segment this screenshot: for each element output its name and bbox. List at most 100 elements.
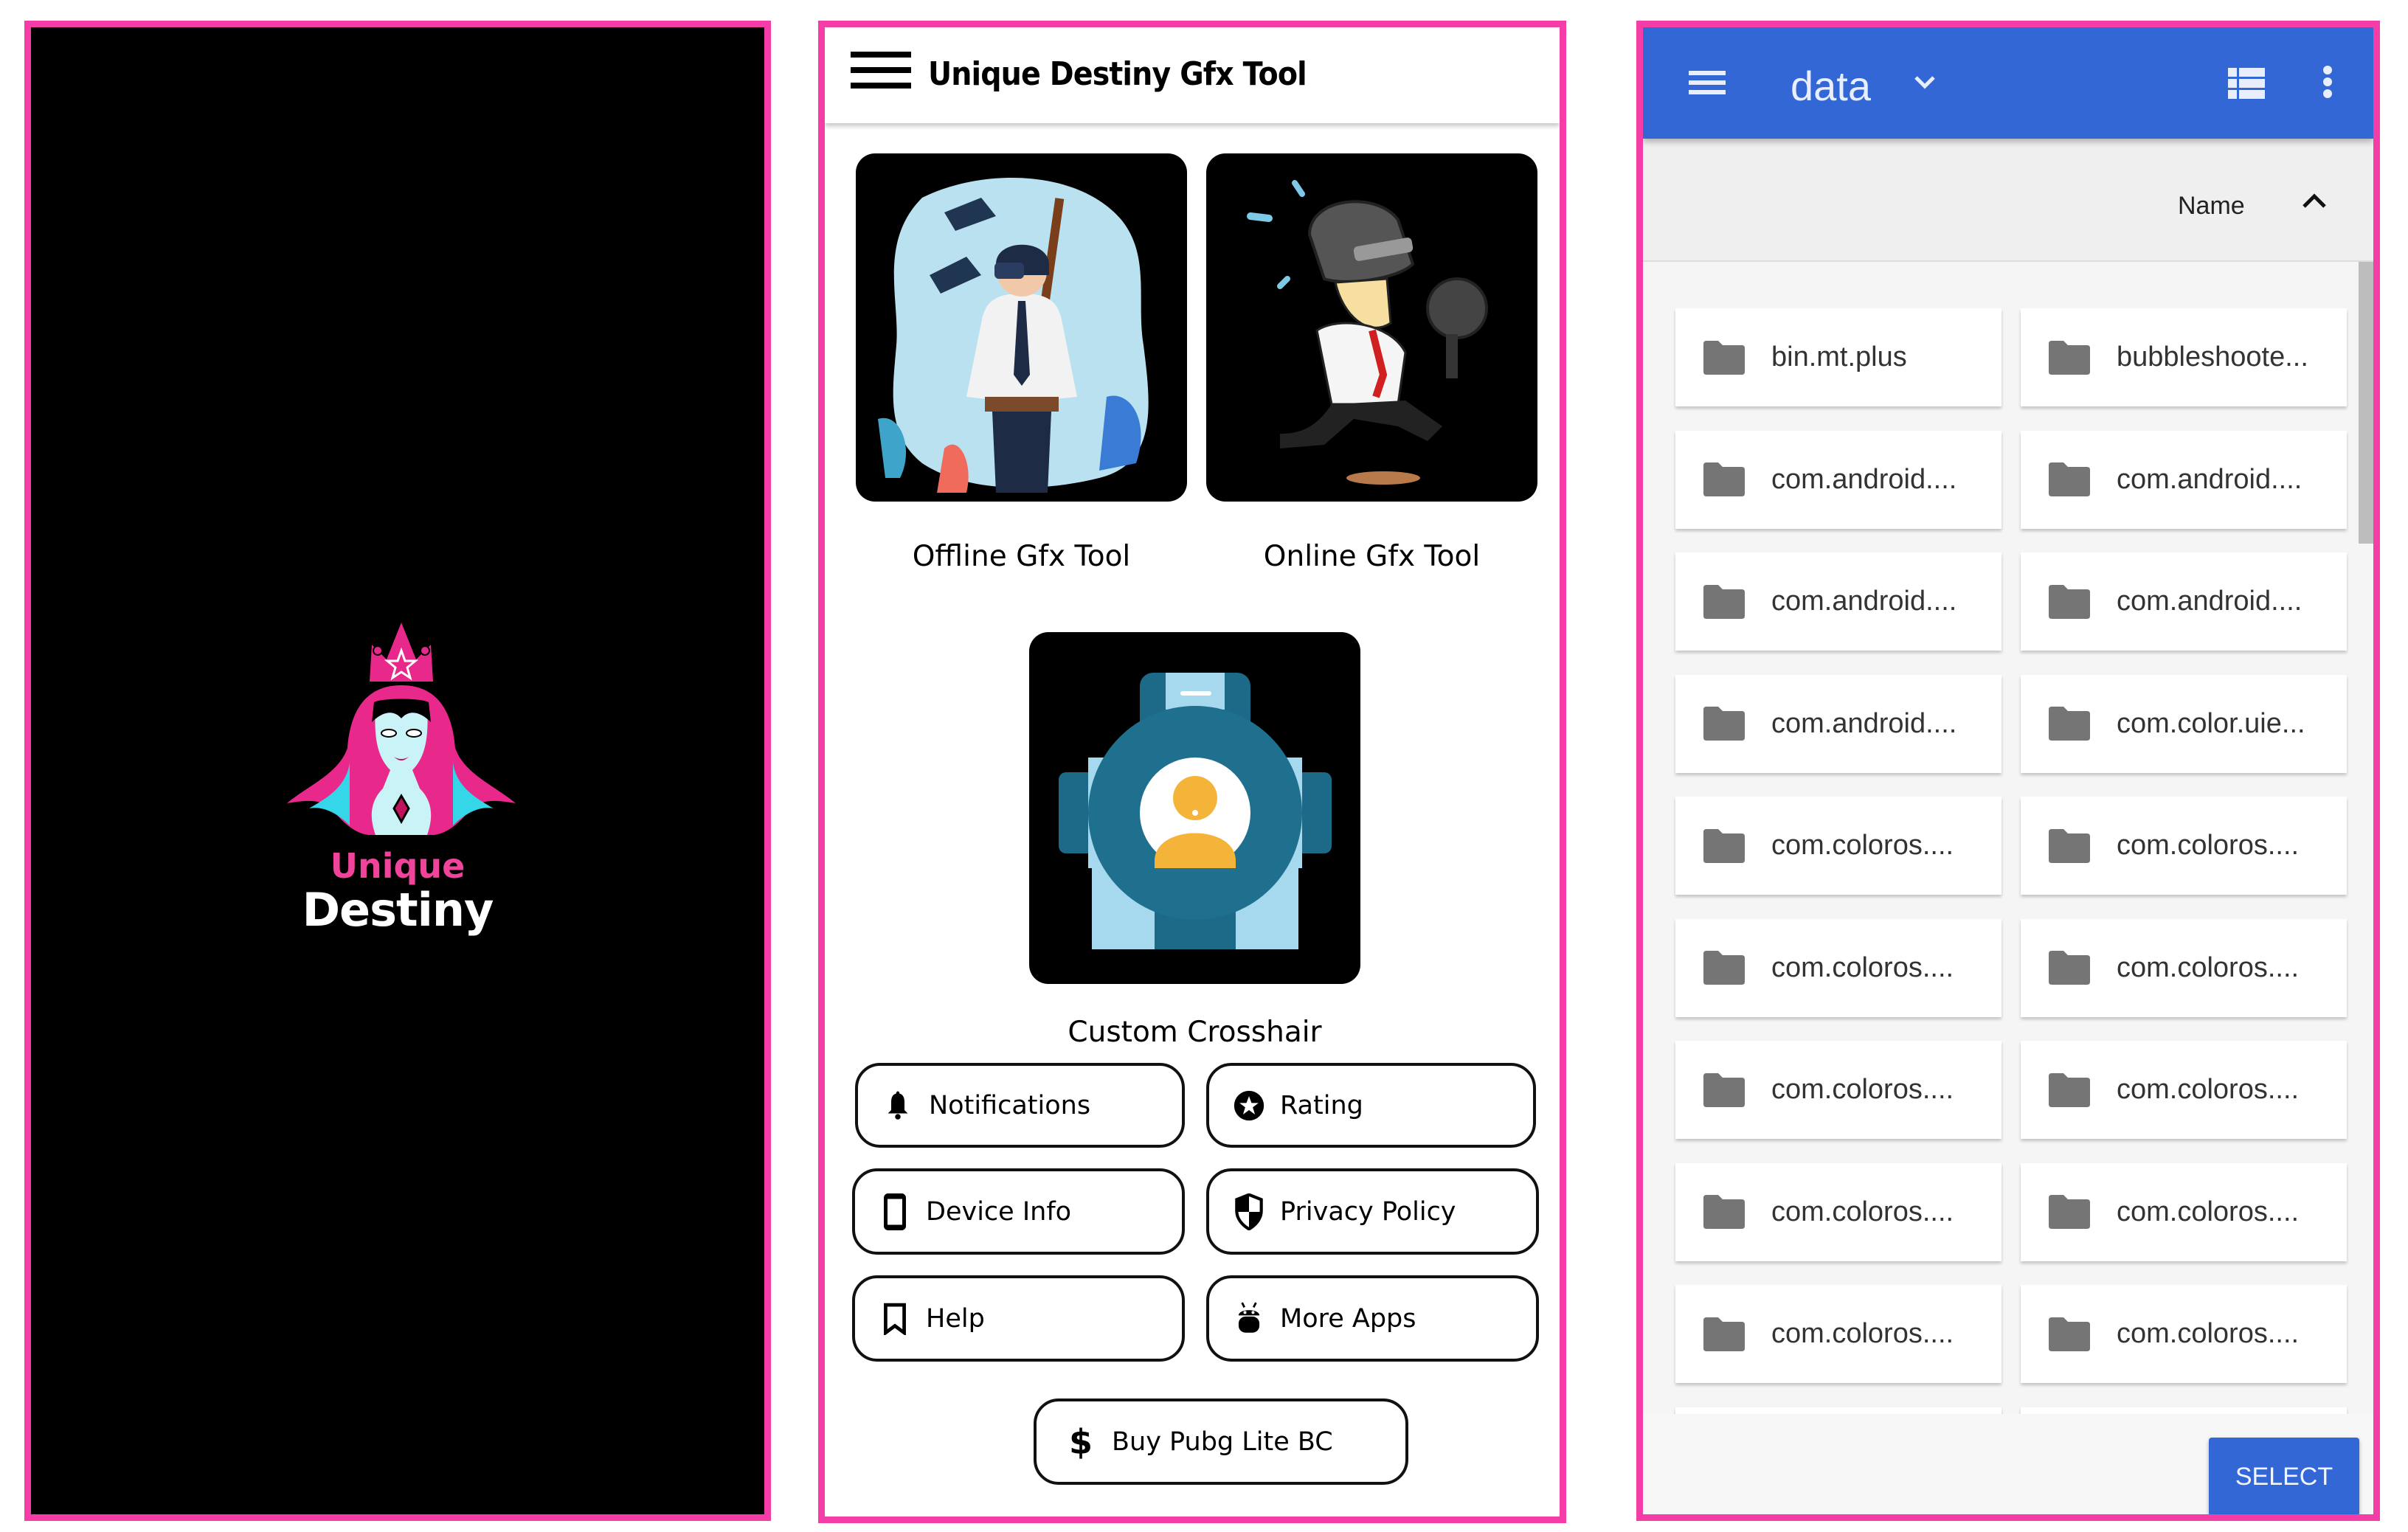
- pubg-player-illustration-icon: [878, 177, 1149, 493]
- folder-name: com.android....: [1771, 586, 1957, 617]
- folder-icon: [1703, 828, 1745, 863]
- folder-name: bin.mt.plus: [1771, 342, 1907, 372]
- folder-icon: [1703, 707, 1745, 741]
- brand-name-line2: Destiny: [302, 883, 494, 937]
- running-helmet-frying-pan-illustration-icon: [1247, 180, 1488, 485]
- notifications-label: Notifications: [929, 1090, 1091, 1120]
- bookmark-icon: [879, 1301, 911, 1337]
- folder-name: com.color.uie...: [2117, 707, 2305, 739]
- folder-name: com.coloros....: [1771, 1318, 1954, 1349]
- folder-tile[interactable]: bin.mt.plus: [1675, 308, 2002, 406]
- folder-tile[interactable]: com.coloros....: [2021, 1041, 2347, 1139]
- folder-name: com.coloros....: [1771, 1074, 1954, 1105]
- folder-tile[interactable]: com.coloros....: [1675, 1162, 2002, 1261]
- folder-tile[interactable]: com.coloros....: [1675, 797, 2002, 895]
- app-bar: Unique Destiny Gfx Tool: [825, 27, 1560, 123]
- folder-icon: [1703, 584, 1745, 619]
- folder-tile[interactable]: com.coloros....: [2021, 918, 2347, 1017]
- folder-tile[interactable]: com.coloros....: [2021, 797, 2347, 895]
- more-apps-button[interactable]: More Apps: [1206, 1275, 1539, 1362]
- dollar-icon: $: [1068, 1421, 1093, 1462]
- folder-name: com.coloros....: [2117, 830, 2300, 861]
- folder-tile[interactable]: [2021, 1407, 2347, 1414]
- sort-by-name-button[interactable]: Name: [2178, 192, 2245, 221]
- online-gfx-tool-card[interactable]: [1206, 153, 1537, 502]
- hamburger-menu-icon[interactable]: [1689, 71, 1726, 94]
- custom-crosshair-label: Custom Crosshair: [1068, 1016, 1322, 1049]
- folder-name: com.coloros....: [1771, 952, 1954, 983]
- buy-pubg-lite-bc-label: Buy Pubg Lite BC: [1112, 1427, 1333, 1457]
- folder-tile[interactable]: com.android....: [1675, 552, 2002, 651]
- folder-name: com.android....: [2117, 463, 2303, 495]
- file-picker-toolbar: data: [1643, 27, 2373, 139]
- app-home-screen: Unique Destiny Gfx Tool Offline Gfx Tool: [818, 21, 1566, 1523]
- help-button[interactable]: Help: [852, 1275, 1185, 1362]
- custom-crosshair-card[interactable]: [1029, 632, 1360, 984]
- device-info-button[interactable]: Device Info: [852, 1168, 1185, 1255]
- offline-gfx-tool-card[interactable]: [856, 153, 1187, 502]
- phone-icon: [879, 1193, 911, 1230]
- folder-icon: [2049, 1317, 2090, 1351]
- folder-name: com.coloros....: [1771, 830, 1954, 861]
- folder-icon: [1703, 462, 1745, 496]
- hamburger-menu-icon[interactable]: [851, 52, 911, 89]
- folder-name: com.coloros....: [2117, 952, 2300, 983]
- folder-icon: [1703, 951, 1745, 985]
- sort-ascending-chevron-up-icon[interactable]: [2300, 190, 2329, 209]
- folder-tile[interactable]: com.coloros....: [2021, 1162, 2347, 1261]
- folder-name: com.android....: [1771, 707, 1957, 739]
- device-info-label: Device Info: [926, 1196, 1072, 1227]
- queen-crown-logo-icon: [287, 623, 516, 835]
- brand-name-line1: Unique: [330, 846, 466, 886]
- privacy-policy-label: Privacy Policy: [1280, 1196, 1456, 1227]
- folder-tile[interactable]: bubbleshoote...: [2021, 308, 2347, 406]
- folder-icon: [1703, 1317, 1745, 1351]
- offline-gfx-tool-label: Offline Gfx Tool: [912, 540, 1131, 573]
- folder-name: com.coloros....: [2117, 1074, 2300, 1105]
- select-button[interactable]: SELECT: [2209, 1438, 2359, 1514]
- folder-tile[interactable]: com.android....: [2021, 552, 2347, 651]
- folder-name: com.coloros....: [1771, 1196, 1954, 1227]
- folder-tile[interactable]: com.color.uie...: [2021, 674, 2347, 773]
- bell-icon: [882, 1088, 914, 1123]
- notifications-button[interactable]: Notifications: [855, 1063, 1185, 1148]
- privacy-policy-button[interactable]: Privacy Policy: [1206, 1168, 1539, 1255]
- folder-icon: [1703, 1072, 1745, 1107]
- folder-tile[interactable]: com.android....: [2021, 430, 2347, 529]
- folder-icon: [1703, 1195, 1745, 1229]
- folder-icon: [2049, 584, 2090, 619]
- folder-icon: [2049, 828, 2090, 863]
- grid-scrollbar[interactable]: [2359, 262, 2373, 544]
- star-circle-icon: [1233, 1088, 1265, 1123]
- chevron-down-icon[interactable]: [1910, 72, 1940, 94]
- more-apps-label: More Apps: [1280, 1303, 1416, 1334]
- scope-crosshair-illustration-icon: [1059, 673, 1332, 949]
- buy-pubg-lite-bc-button[interactable]: $ Buy Pubg Lite BC: [1034, 1398, 1408, 1485]
- more-vert-icon[interactable]: [2322, 65, 2333, 99]
- folder-tile[interactable]: com.coloros....: [1675, 918, 2002, 1017]
- folder-icon: [2049, 1195, 2090, 1229]
- folder-picker-screen: data Name bin.mt.plus bubbleshoote... com.…: [1636, 21, 2380, 1521]
- rating-button[interactable]: Rating: [1206, 1063, 1536, 1148]
- folder-tile[interactable]: [1675, 1407, 2002, 1414]
- folder-grid: bin.mt.plus bubbleshoote... com.android...…: [1643, 262, 2366, 1414]
- folder-tile[interactable]: com.coloros....: [1675, 1041, 2002, 1139]
- android-icon: [1233, 1301, 1265, 1337]
- folder-name: com.coloros....: [2117, 1196, 2300, 1227]
- folder-name: bubbleshoote...: [2117, 342, 2308, 372]
- splash-screen: Unique Destiny: [24, 21, 771, 1521]
- folder-tile[interactable]: com.android....: [1675, 430, 2002, 529]
- current-folder-title[interactable]: data: [1791, 62, 1871, 110]
- folder-icon: [2049, 951, 2090, 985]
- list-view-icon[interactable]: [2228, 68, 2265, 99]
- folder-tile[interactable]: com.coloros....: [1675, 1285, 2002, 1383]
- sort-bar: Name: [1643, 139, 2373, 262]
- folder-icon: [2049, 1072, 2090, 1107]
- online-gfx-tool-label: Online Gfx Tool: [1263, 540, 1481, 573]
- shield-icon: [1233, 1193, 1265, 1230]
- folder-icon: [1703, 340, 1745, 375]
- folder-icon: [2049, 340, 2090, 375]
- folder-name: com.coloros....: [2117, 1318, 2300, 1349]
- folder-tile[interactable]: com.android....: [1675, 674, 2002, 773]
- folder-tile[interactable]: com.coloros....: [2021, 1285, 2347, 1383]
